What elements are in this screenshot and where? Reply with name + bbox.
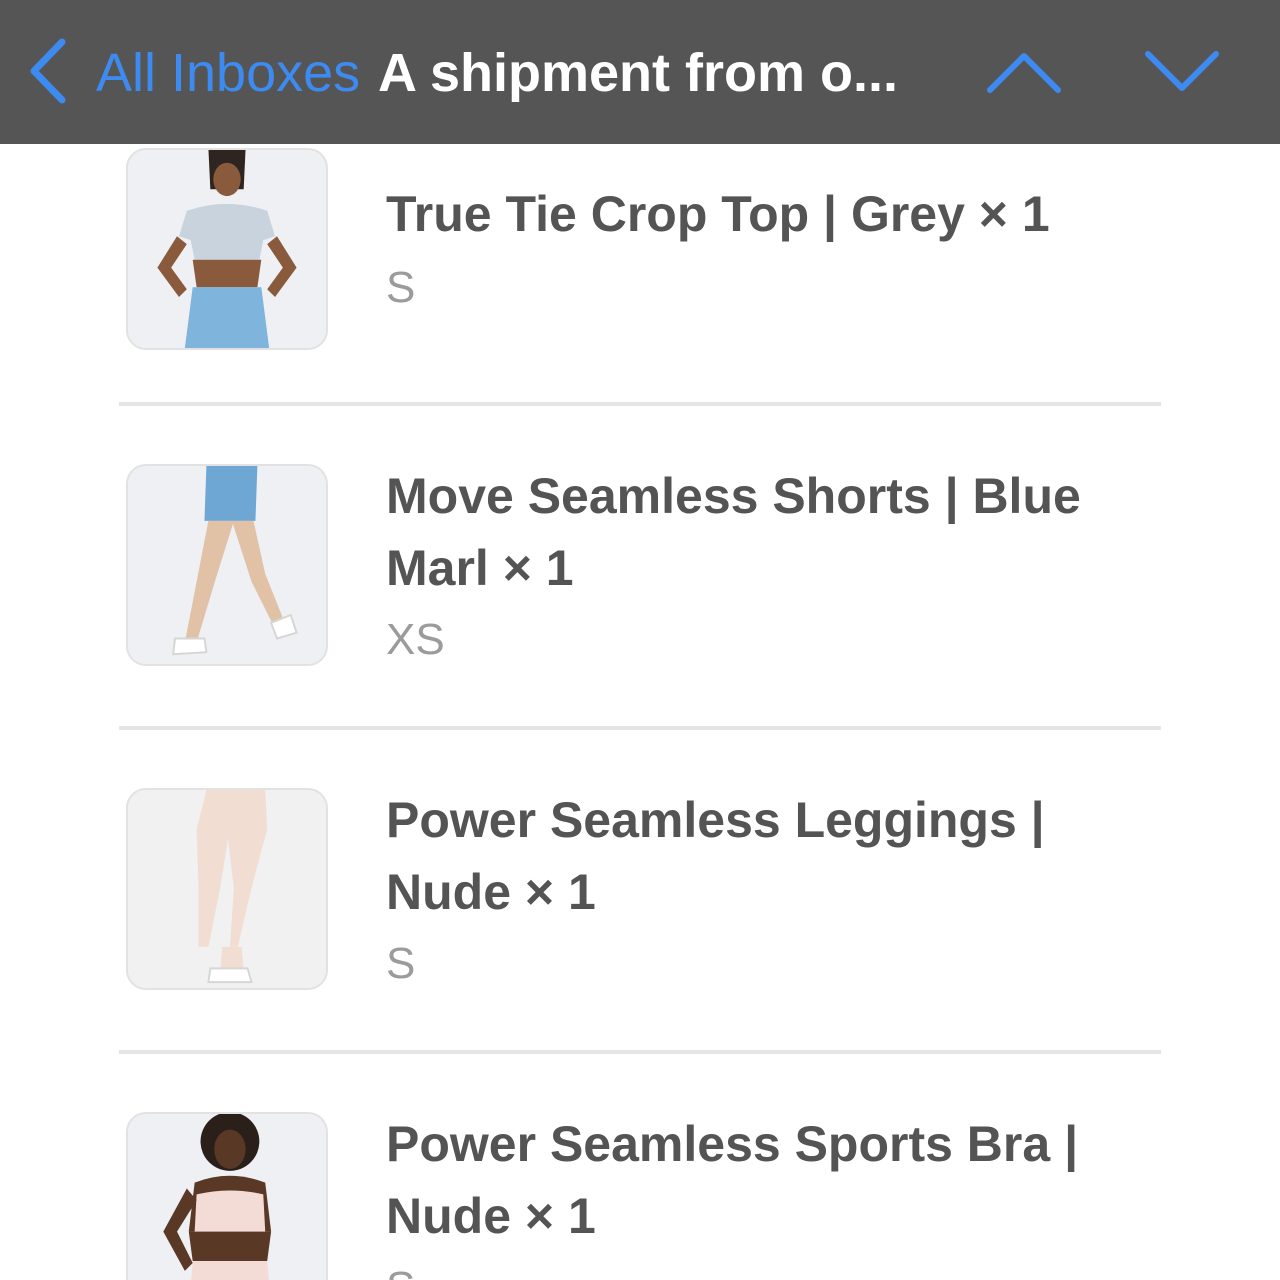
shorts-product-image-icon [128, 466, 326, 664]
crop-top-product-image-icon [128, 150, 326, 348]
divider [119, 726, 1161, 730]
chevron-left-icon[interactable] [26, 38, 70, 104]
next-message-button[interactable] [1144, 48, 1220, 96]
item-size: XS [386, 615, 445, 664]
back-label-all-inboxes[interactable]: All Inboxes [96, 38, 360, 108]
product-thumbnail[interactable] [126, 1112, 328, 1280]
message-title: A shipment from o... [378, 43, 899, 103]
leggings-product-image-icon [128, 790, 326, 988]
chevron-up-icon[interactable] [986, 48, 1062, 96]
back-button[interactable] [26, 38, 70, 104]
divider [119, 1050, 1161, 1054]
divider [119, 402, 1161, 406]
item-size: S [386, 939, 416, 988]
product-thumbnail[interactable] [126, 148, 328, 350]
item-name: Power Seamless Leggings | Nude × 1 [386, 792, 1045, 920]
item-name: True Tie Crop Top | Grey × 1 [386, 186, 1050, 242]
navigation-bar: All Inboxes A shipment from o... [0, 0, 1280, 144]
sports-bra-product-image-icon [128, 1114, 326, 1280]
previous-message-button[interactable] [986, 48, 1062, 96]
chevron-down-icon[interactable] [1144, 48, 1220, 96]
item-name: Power Seamless Sports Bra | Nude × 1 [386, 1116, 1079, 1244]
item-name: Move Seamless Shorts | Blue Marl × 1 [386, 468, 1081, 596]
product-thumbnail[interactable] [126, 464, 328, 666]
item-size: S [386, 263, 416, 312]
item-size: S [386, 1258, 415, 1280]
product-thumbnail[interactable] [126, 788, 328, 990]
order-items-list: True Tie Crop Top | Grey × 1 S Move Seam… [0, 144, 1280, 1280]
